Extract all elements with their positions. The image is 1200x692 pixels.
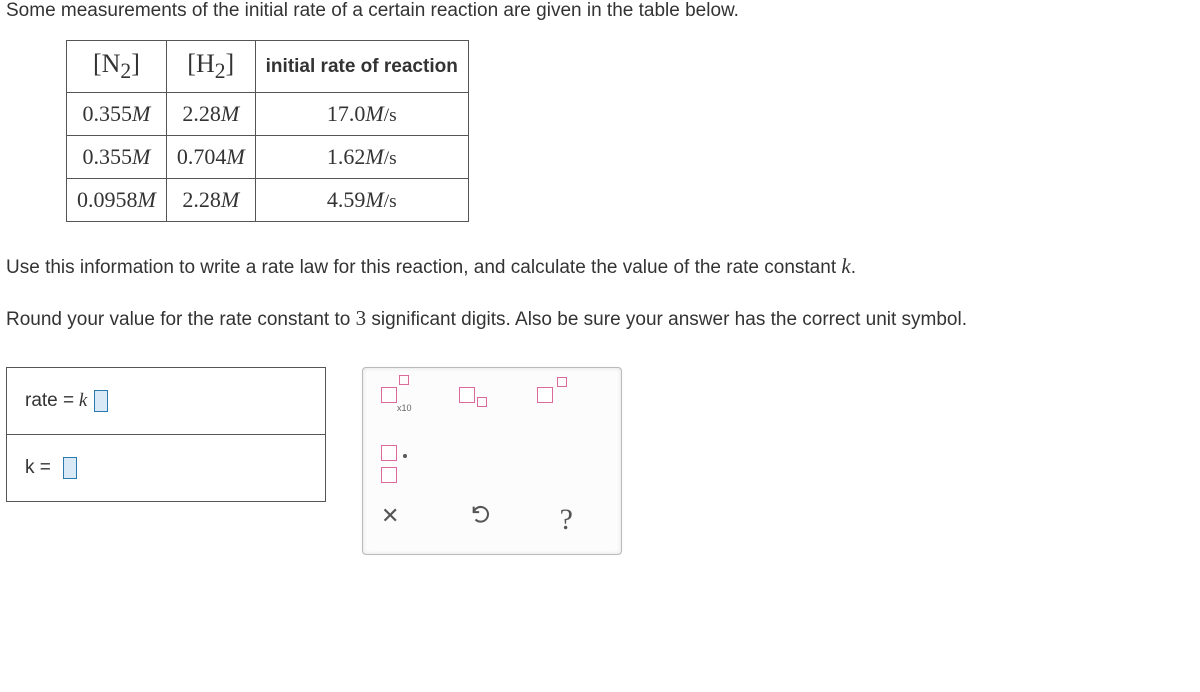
intro-text: Some measurements of the initial rate of… xyxy=(6,0,1194,22)
table-row: 0.355M 2.28M 17.0M/s xyxy=(67,93,469,136)
table-row: 0.0958M 2.28M 4.59M/s xyxy=(67,179,469,222)
close-icon: ✕ xyxy=(381,503,399,528)
clear-button[interactable]: ✕ xyxy=(381,503,424,537)
subscript-button[interactable] xyxy=(459,387,503,421)
sci-notation-button[interactable]: x10 xyxy=(381,387,425,421)
instruction-2: Round your value for the rate constant t… xyxy=(6,304,1194,334)
col-header-n2: [N2] xyxy=(67,41,167,93)
table-row: 0.355M 0.704M 1.62M/s xyxy=(67,136,469,179)
col-header-rate: initial rate of reaction xyxy=(255,41,468,93)
help-icon: ? xyxy=(560,503,573,536)
answer-table: rate = k k = xyxy=(6,367,326,502)
tool-panel: x10 ✕ ? xyxy=(362,367,622,555)
instruction-1: Use this information to write a rate law… xyxy=(6,252,1194,282)
superscript-button[interactable] xyxy=(537,387,581,421)
help-button[interactable]: ? xyxy=(560,503,603,537)
undo-button[interactable] xyxy=(470,503,513,537)
rate-law-input[interactable] xyxy=(94,390,108,412)
col-header-h2: [H2] xyxy=(166,41,255,93)
k-value-input[interactable] xyxy=(63,457,77,479)
undo-icon xyxy=(470,509,492,530)
multiply-button[interactable] xyxy=(381,445,425,479)
rate-law-cell[interactable]: rate = k xyxy=(7,368,326,435)
k-value-cell[interactable]: k = xyxy=(7,435,326,502)
data-table: [N2] [H2] initial rate of reaction 0.355… xyxy=(66,40,469,222)
